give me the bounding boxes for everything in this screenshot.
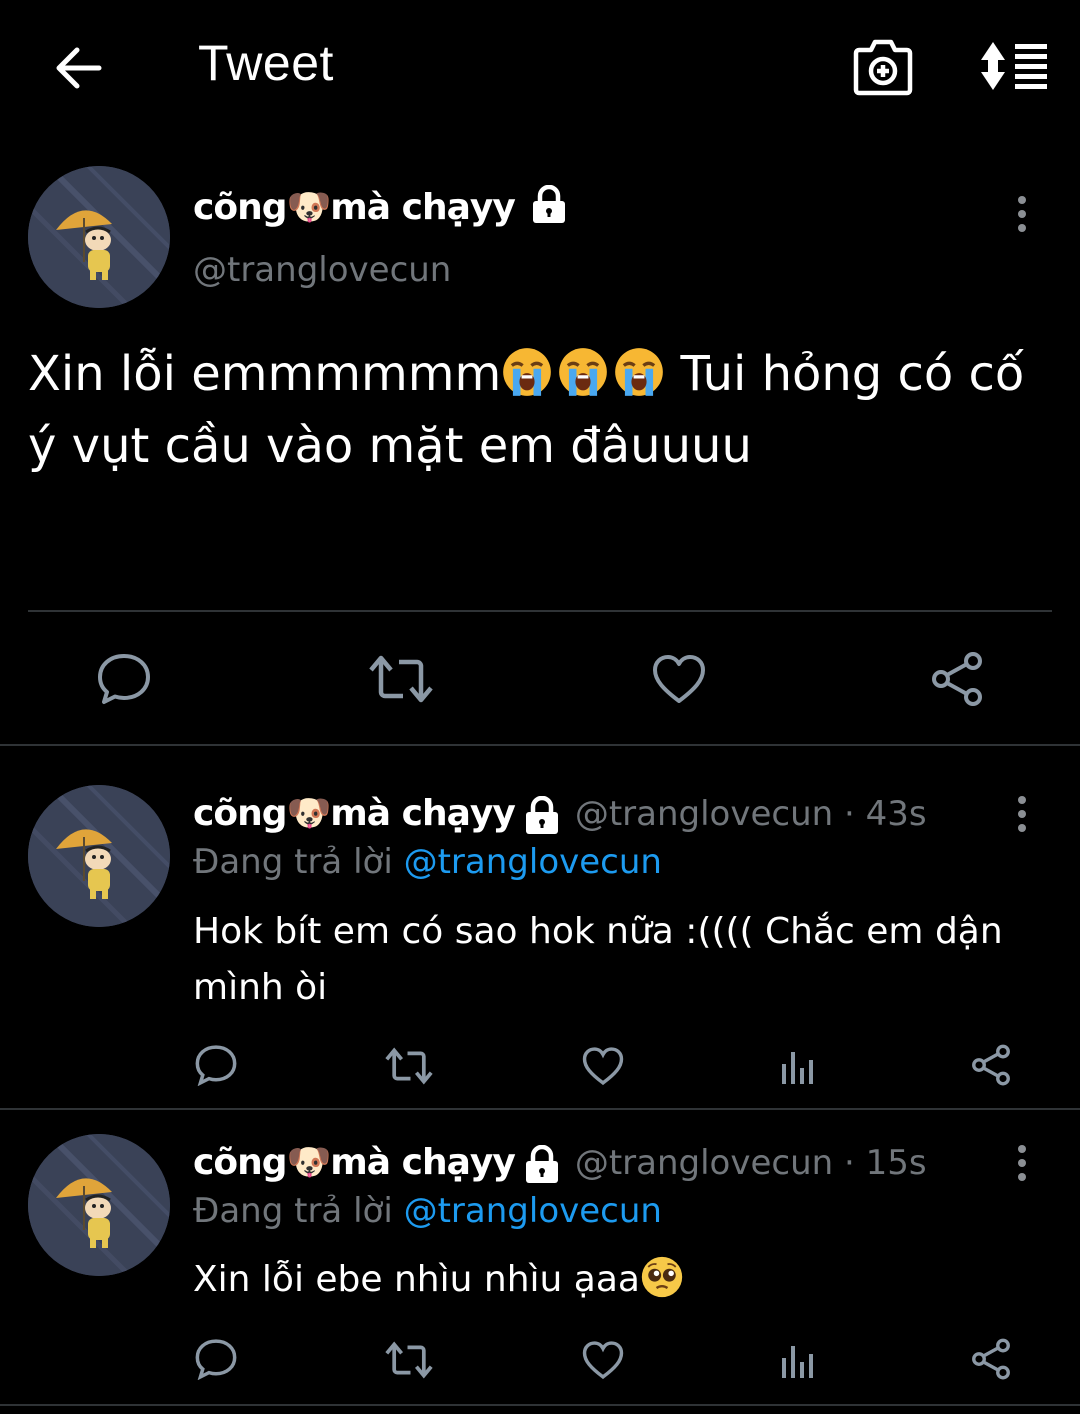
divider: [0, 1404, 1080, 1406]
reply-text: Hok bít em có sao hok nữa :(((( Chắc em …: [193, 911, 1003, 1008]
divider: [0, 1108, 1080, 1110]
avatar[interactable]: [28, 1134, 170, 1276]
lock-icon: [530, 185, 568, 225]
more-options-button[interactable]: [1016, 1145, 1028, 1181]
lock-icon: [523, 796, 561, 836]
reply-icon: [98, 654, 150, 704]
share-icon: [932, 652, 982, 706]
mention-link[interactable]: @tranglovecun: [404, 1191, 662, 1231]
user-handle[interactable]: @tranglovecun: [193, 250, 451, 290]
avatar[interactable]: [28, 785, 170, 927]
camera-plus-icon: [853, 39, 913, 96]
reply-text: Xin lỗi ebe nhìu nhìu ạaa: [193, 1252, 1023, 1308]
loudly-crying-face-icon: [501, 346, 553, 398]
like-button[interactable]: [580, 1044, 626, 1088]
avatar-image: [28, 785, 170, 927]
reply-text-content: Xin lỗi ebe nhìu nhìu ạaa: [193, 1259, 640, 1300]
avatar[interactable]: [28, 166, 170, 308]
retweet-button[interactable]: [368, 650, 434, 708]
reply-header: cõng🐶mà chạyy @tranglovecun · 15s: [193, 1141, 927, 1185]
user-handle-timestamp: @tranglovecun · 15s: [574, 1143, 927, 1183]
display-name-text: cõng🐶mà chạyy: [193, 187, 516, 228]
lock-icon: [523, 1145, 561, 1185]
pleading-face-icon: [640, 1255, 684, 1299]
share-icon: [972, 1044, 1010, 1086]
more-vertical-icon: [1018, 196, 1026, 204]
divider: [28, 610, 1052, 612]
analytics-icon: [782, 1346, 813, 1378]
replying-to: Đang trả lời @tranglovecun: [193, 842, 662, 882]
display-name[interactable]: cõng🐶mà chạyy: [193, 793, 516, 834]
avatar-image: [28, 166, 170, 308]
share-button[interactable]: [926, 648, 988, 710]
analytics-button[interactable]: [776, 1046, 818, 1088]
share-icon: [972, 1338, 1010, 1380]
share-button[interactable]: [968, 1336, 1014, 1382]
display-name[interactable]: cõng🐶mà chạyy: [193, 186, 568, 228]
retweet-button[interactable]: [384, 1338, 434, 1382]
replying-prefix: Đang trả lời: [193, 842, 393, 882]
reply-button[interactable]: [192, 1336, 240, 1382]
camera-button[interactable]: [850, 36, 916, 98]
heart-icon: [582, 1341, 624, 1380]
reply-icon: [195, 1339, 237, 1380]
more-options-button[interactable]: [1016, 796, 1028, 832]
retweet-icon: [369, 655, 433, 703]
page-title: Tweet: [198, 35, 334, 91]
arrow-left-icon: [56, 47, 102, 89]
heart-icon: [653, 655, 705, 703]
reply-header: cõng🐶mà chạyy @tranglovecun · 43s: [193, 792, 927, 836]
sort-list-icon: [981, 42, 1047, 90]
tweet-text-part1: Xin lỗi emmmmmm: [28, 346, 502, 402]
back-button[interactable]: [48, 40, 108, 96]
avatar-image: [28, 1134, 170, 1276]
reply-button[interactable]: [192, 1042, 240, 1088]
replying-to: Đang trả lời @tranglovecun: [193, 1191, 662, 1231]
analytics-icon: [782, 1052, 813, 1084]
more-vertical-icon: [1018, 796, 1026, 804]
display-name[interactable]: cõng🐶mà chạyy: [193, 1142, 516, 1183]
sort-button[interactable]: [976, 38, 1050, 94]
more-vertical-icon: [1018, 1145, 1026, 1153]
retweet-button[interactable]: [384, 1044, 434, 1088]
retweet-icon: [385, 1341, 433, 1379]
analytics-button[interactable]: [776, 1340, 818, 1382]
reply-icon: [195, 1045, 237, 1086]
user-handle-timestamp: @tranglovecun · 43s: [574, 794, 927, 834]
more-options-button[interactable]: [1016, 196, 1028, 232]
like-button[interactable]: [580, 1338, 626, 1382]
share-button[interactable]: [968, 1042, 1014, 1088]
reply-button[interactable]: [92, 648, 156, 710]
retweet-icon: [385, 1047, 433, 1085]
heart-icon: [582, 1047, 624, 1086]
like-button[interactable]: [648, 650, 710, 708]
replying-prefix: Đang trả lời: [193, 1191, 393, 1231]
loudly-crying-face-icon: [613, 346, 665, 398]
mention-link[interactable]: @tranglovecun: [404, 842, 662, 882]
loudly-crying-face-icon: [557, 346, 609, 398]
tweet-text: Xin lỗi emmmmmm Tui hỏng có cố ý vụt cầu…: [28, 338, 1058, 482]
divider: [0, 744, 1080, 746]
